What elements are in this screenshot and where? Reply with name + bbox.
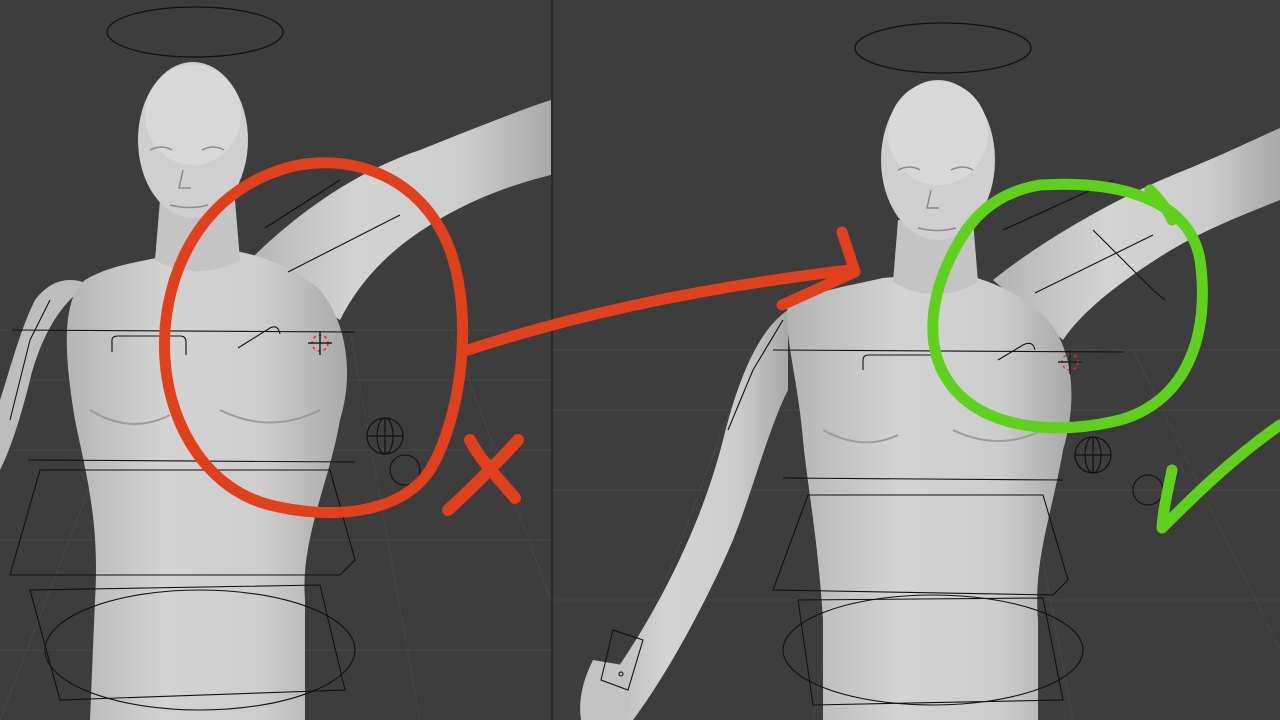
- left-arm: [588, 310, 788, 720]
- before-viewport[interactable]: [0, 0, 551, 720]
- torso-mesh: [786, 272, 1072, 720]
- raised-arm: [993, 128, 1280, 340]
- after-viewport[interactable]: [553, 0, 1280, 720]
- viewport-scene: [0, 6, 551, 720]
- bone-target-gizmo: [366, 417, 404, 455]
- head-control-ellipse: [106, 6, 284, 58]
- bone-target-gizmo: [1074, 436, 1112, 474]
- hand-mesh: [580, 660, 631, 720]
- head-control-ellipse: [854, 22, 1032, 74]
- viewport-scene: [553, 22, 1280, 720]
